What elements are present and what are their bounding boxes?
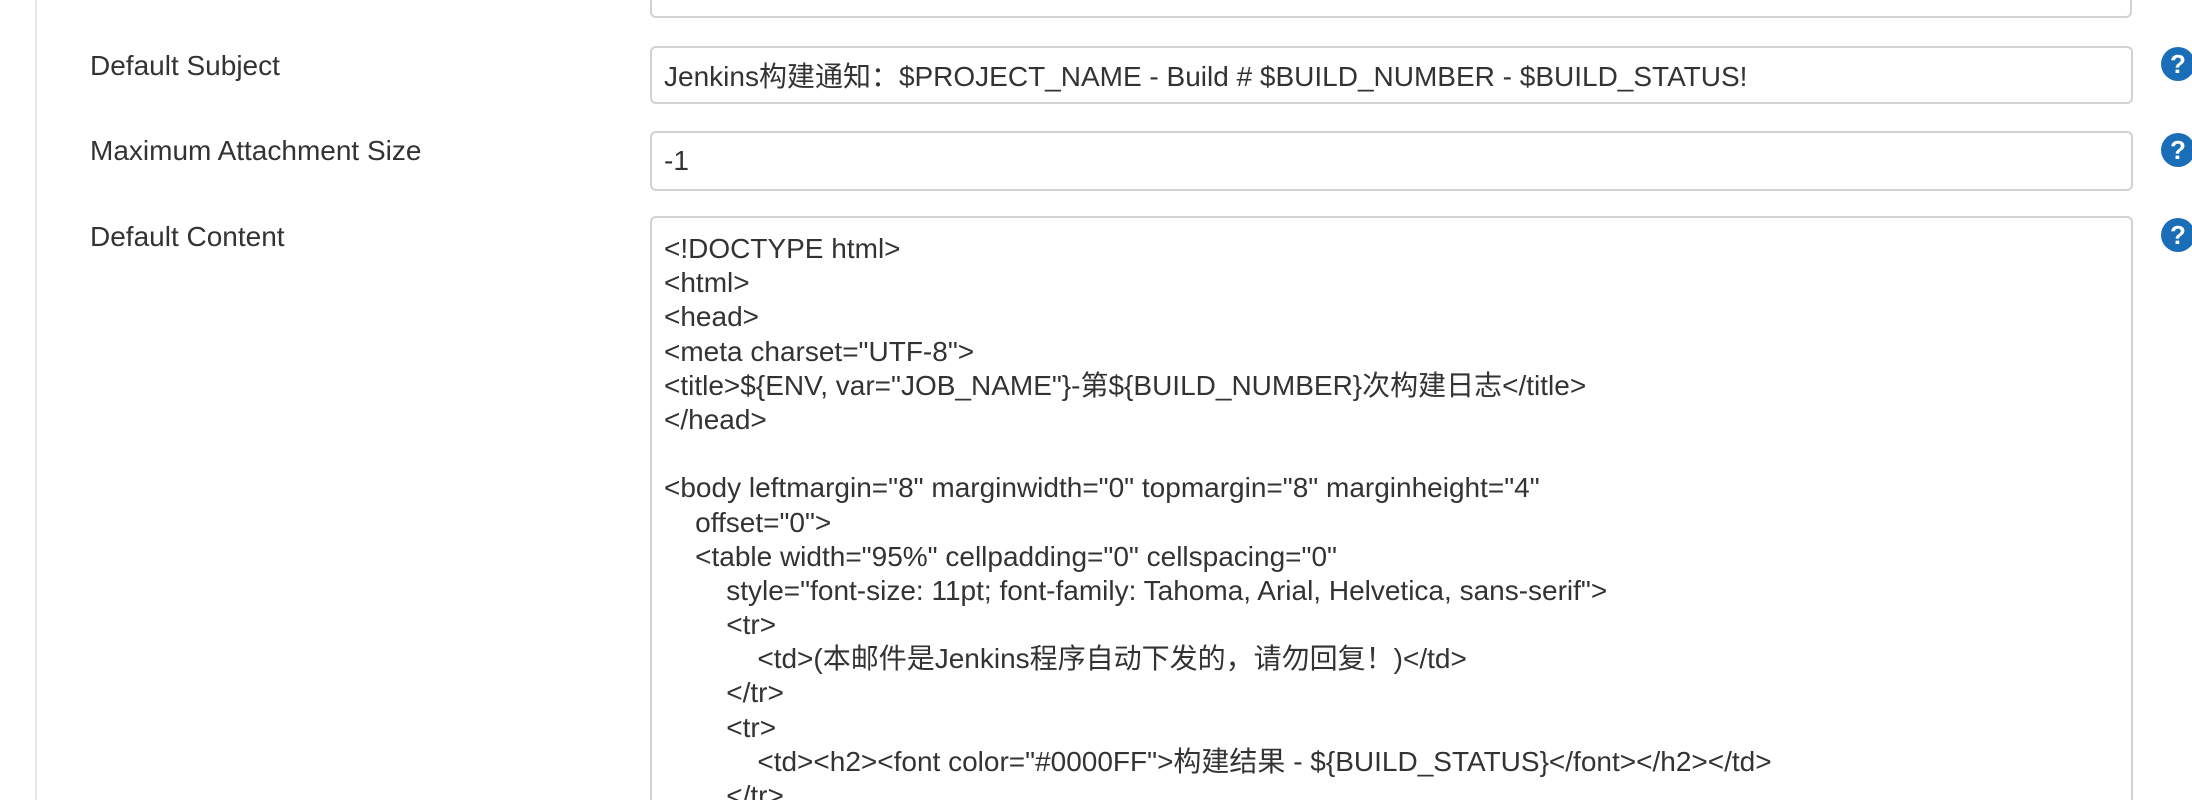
default-content-help-icon[interactable]: ? [2161,218,2192,252]
content-line: <!DOCTYPE html> [664,233,901,264]
content-line: <body leftmargin="8" marginwidth="0" top… [664,472,1540,504]
content-line: style="font-size: 11pt; font-family: Tah… [664,574,1608,606]
max-attachment-size-input[interactable]: -1 [650,131,2133,191]
content-line: <table width="95%" cellpadding="0" cells… [664,540,1337,572]
content-line: <title>${ENV, var="JOB_NAME"}-第${BUILD_N… [664,369,1587,401]
default-content-label: Default Content [90,221,285,252]
default-subject-label: Default Subject [90,50,280,81]
max-attachment-size-value: -1 [664,145,689,176]
content-line: <td><h2><font color="#0000FF">构建结果 - ${B… [664,745,1772,777]
content-line: </tr> [664,677,784,709]
panel-left-border [35,0,37,800]
previous-field-bottom[interactable] [650,0,2132,18]
default-subject-value: Jenkins构建通知：$PROJECT_NAME - Build # $BUI… [664,61,1748,92]
content-line: <head> [664,301,759,333]
content-line: </tr> [664,780,784,800]
default-content-textarea[interactable]: <!DOCTYPE html> <html> <head> <meta charset… [650,216,2133,800]
content-line: </head> [664,403,767,435]
default-subject-help-icon[interactable]: ? [2161,47,2192,81]
content-line: <tr> [664,711,777,743]
content-line [664,437,2119,471]
max-attachment-size-help-icon[interactable]: ? [2161,133,2192,167]
default-subject-input[interactable]: Jenkins构建通知：$PROJECT_NAME - Build # $BUI… [650,46,2133,104]
content-line: <tr> [664,609,777,641]
content-line: <meta charset="UTF-8"> [664,335,975,367]
config-page: Default Subject Jenkins构建通知：$PROJECT_NAM… [0,0,2192,800]
max-attachment-size-label: Maximum Attachment Size [90,135,422,166]
content-line: offset="0"> [664,506,832,538]
content-line: <html> [664,267,750,299]
content-line: <td>(本邮件是Jenkins程序自动下发的，请勿回复！)</td> [664,643,1467,675]
